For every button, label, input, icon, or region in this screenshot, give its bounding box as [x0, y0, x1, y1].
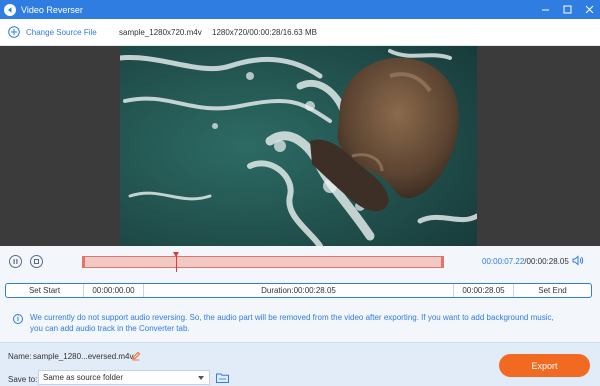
preview-area: [0, 46, 600, 246]
start-time-value: 00:00:00.00: [92, 286, 135, 295]
toolbar: Change Source File sample_1280x720.m4v 1…: [0, 19, 600, 46]
change-source-button[interactable]: Change Source File: [8, 26, 97, 38]
set-end-label: Set End: [538, 286, 567, 295]
range-row: Set Start 00:00:00.00 Duration:00:00:28.…: [5, 283, 592, 298]
minimize-button[interactable]: [534, 0, 556, 19]
maximize-icon: [563, 5, 571, 14]
trim-track[interactable]: [82, 252, 444, 272]
source-file-info: 1280x720/00:00:28/16.63 MB: [212, 28, 317, 37]
playhead[interactable]: [173, 252, 179, 272]
volume-icon: [572, 255, 584, 266]
current-time: 00:00:07.22: [482, 257, 525, 266]
end-time-field[interactable]: 00:00:28.05: [454, 284, 514, 297]
window-title: Video Reverser: [21, 4, 83, 15]
duration-display: Duration:00:00:28.05: [144, 284, 454, 297]
trim-start-handle[interactable]: [83, 257, 85, 267]
duration-text: Duration:00:00:28.05: [261, 286, 336, 295]
time-display: 00:00:07.22/00:00:28.05: [482, 257, 569, 266]
app-logo-icon: [4, 3, 16, 16]
save-to-value: Same as source folder: [43, 373, 124, 382]
export-button[interactable]: Export: [499, 354, 590, 377]
chevron-down-icon: [198, 376, 204, 380]
name-label: Name:: [8, 352, 32, 361]
stop-icon: [34, 259, 39, 264]
pause-button[interactable]: [9, 255, 22, 268]
export-label: Export: [531, 360, 558, 371]
timeline-bar: 00:00:07.22/00:00:28.05: [0, 246, 600, 278]
save-to-label: Save to:: [8, 375, 38, 384]
source-file-name: sample_1280x720.m4v: [119, 28, 202, 37]
start-time-field[interactable]: 00:00:00.00: [84, 284, 144, 297]
open-folder-button[interactable]: [215, 371, 230, 384]
close-button[interactable]: [578, 0, 600, 19]
set-start-button[interactable]: Set Start: [6, 284, 84, 297]
video-frame-image: [120, 46, 477, 246]
playhead-marker-icon: [173, 252, 179, 257]
change-source-label: Change Source File: [26, 27, 97, 37]
save-to-select[interactable]: Same as source folder: [38, 370, 210, 385]
pause-icon: [13, 259, 18, 264]
maximize-button[interactable]: [556, 0, 578, 19]
volume-button[interactable]: [572, 255, 584, 268]
stop-button[interactable]: [30, 255, 43, 268]
total-time: 00:00:28.05: [526, 257, 569, 266]
info-icon: i: [13, 314, 23, 324]
audio-notice: We currently do not support audio revers…: [30, 313, 554, 333]
edit-name-button[interactable]: [131, 351, 141, 363]
set-end-button[interactable]: Set End: [514, 284, 591, 297]
close-icon: [585, 5, 593, 14]
video-preview: [120, 46, 477, 246]
output-panel: Name: sample_1280...eversed.m4v Save to:…: [0, 342, 600, 386]
end-time-value: 00:00:28.05: [462, 286, 505, 295]
minimize-icon: [541, 9, 549, 11]
output-name-value: sample_1280...eversed.m4v: [33, 352, 134, 361]
trim-end-handle[interactable]: [441, 257, 443, 267]
set-start-label: Set Start: [28, 286, 61, 295]
pencil-icon: [132, 351, 141, 361]
title-bar: Video Reverser: [0, 0, 600, 19]
add-circle-icon: [8, 26, 20, 38]
folder-icon: [216, 373, 229, 383]
